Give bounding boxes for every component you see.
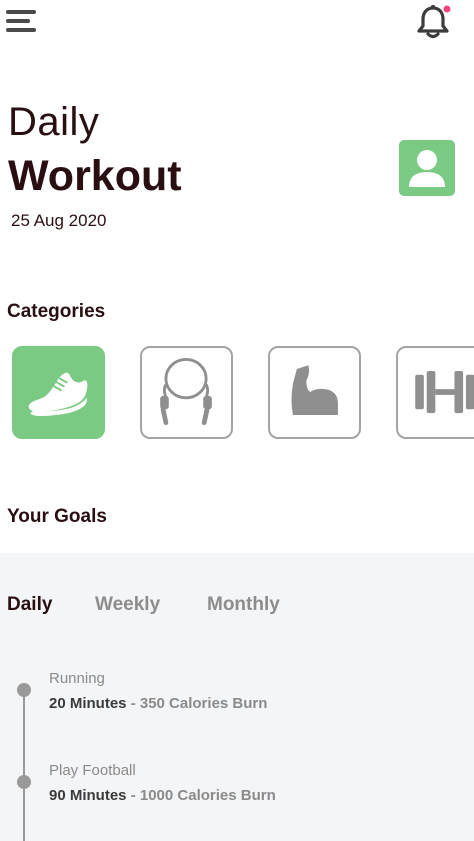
notifications-button[interactable]: [414, 4, 452, 40]
goal-activity-detail: 20 Minutes - 350 Calories Burn: [49, 695, 267, 712]
bell-icon: [417, 5, 451, 39]
goal-activity-detail: 90 Minutes - 1000 Calories Burn: [49, 787, 276, 804]
dumbbell-icon: [415, 370, 474, 414]
flexed-arm-icon: [291, 365, 338, 415]
tab-monthly[interactable]: Monthly: [207, 594, 280, 616]
goal-duration: 20 Minutes: [49, 695, 127, 712]
goal-duration: 90 Minutes: [49, 787, 127, 804]
top-bar: [0, 0, 474, 50]
category-weights[interactable]: [396, 346, 474, 439]
timeline-line: [23, 690, 25, 841]
goal-calories: - 350 Calories Burn: [126, 695, 268, 712]
running-shoe-icon: [28, 372, 88, 416]
current-date: 25 Aug 2020: [11, 211, 107, 230]
page-title-line1: Daily: [8, 100, 100, 144]
goal-activity-name: Running: [49, 670, 105, 687]
jump-rope-icon: [160, 358, 212, 426]
categories-heading: Categories: [7, 301, 106, 322]
goals-heading: Your Goals: [7, 506, 107, 527]
category-strength[interactable]: [268, 346, 361, 439]
goal-calories: - 1000 Calories Burn: [126, 787, 276, 804]
category-jump-rope[interactable]: [140, 346, 233, 439]
profile-avatar-button[interactable]: [399, 140, 455, 196]
goal-activity-name: Play Football: [49, 762, 136, 779]
tab-weekly[interactable]: Weekly: [95, 594, 160, 616]
timeline-dot: [17, 683, 31, 697]
hamburger-menu-icon[interactable]: [6, 10, 38, 34]
tab-daily[interactable]: Daily: [7, 594, 52, 616]
page-title-line2: Workout: [8, 152, 182, 200]
timeline-dot: [17, 775, 31, 789]
notification-dot: [443, 5, 451, 13]
user-avatar-icon: [409, 150, 445, 187]
category-running[interactable]: [12, 346, 105, 439]
